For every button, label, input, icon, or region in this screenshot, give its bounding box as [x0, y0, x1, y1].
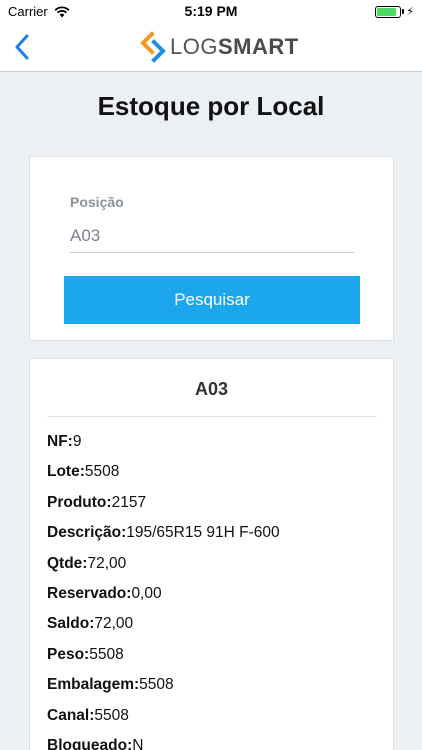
detail-row-qtde: Qtde:72,00 — [47, 555, 377, 585]
detail-value: N — [132, 736, 144, 750]
back-button[interactable] — [8, 32, 36, 62]
detail-key: Lote: — [47, 463, 85, 481]
detail-row-nf: NF:9 — [47, 433, 377, 463]
detail-key: Embalagem: — [47, 676, 140, 694]
detail-value: 5508 — [84, 463, 120, 481]
search-button[interactable]: Pesquisar — [64, 276, 360, 324]
nav-bar: LOGSMART — [0, 22, 422, 72]
detail-key: Produto: — [47, 493, 112, 511]
battery-tip — [402, 9, 405, 14]
detail-value: 5508 — [139, 676, 174, 694]
detail-key: Reservado: — [47, 584, 132, 602]
position-label: Posição — [70, 194, 124, 210]
detail-key: Saldo: — [47, 615, 95, 633]
detail-value: 2157 — [111, 493, 147, 511]
detail-row-bloqueado: Bloqueado:N — [47, 737, 377, 750]
logo-mark-icon — [140, 31, 166, 63]
detail-row-reservado: Reservado:0,00 — [47, 585, 377, 615]
detail-value: 5508 — [94, 706, 129, 724]
detail-row-produto: Produto:2157 — [47, 494, 377, 524]
detail-value: 9 — [72, 433, 82, 450]
detail-value: 72,00 — [87, 554, 127, 572]
detail-key: Peso: — [47, 645, 90, 663]
detail-row-saldo: Saldo:72,00 — [47, 615, 377, 645]
detail-key: Canal: — [47, 706, 95, 724]
detail-value: 0,00 — [131, 584, 162, 602]
detail-value: 72,00 — [94, 615, 134, 633]
position-input[interactable] — [70, 219, 354, 253]
detail-row-canal: Canal:5508 — [47, 707, 377, 737]
result-divider — [47, 416, 377, 417]
detail-row-lote: Lote:5508 — [47, 463, 377, 493]
status-time: 5:19 PM — [184, 3, 238, 19]
detail-row-descricao: Descrição:195/65R15 91H F-600 — [47, 524, 377, 554]
logo-text-log: LOG — [170, 34, 218, 59]
detail-key: Bloqueado: — [47, 736, 133, 750]
detail-key: Qtde: — [47, 554, 88, 572]
battery-level — [377, 7, 396, 16]
detail-value: 5508 — [89, 645, 124, 663]
result-title: A03 — [194, 379, 229, 399]
search-card: Posição Pesquisar — [29, 156, 394, 341]
battery-icon — [375, 5, 402, 18]
detail-row-peso: Peso:5508 — [47, 646, 377, 676]
page-title: Estoque por Local — [97, 91, 325, 121]
detail-value: 195/65R15 91H F-600 — [126, 524, 280, 542]
detail-list: NF:9 Lote:5508 Produto:2157 Descrição:19… — [47, 433, 377, 750]
result-card: A03 NF:9 Lote:5508 Produto:2157 Descriçã… — [29, 358, 394, 750]
chevron-left-icon — [15, 34, 29, 60]
detail-key: Descrição: — [47, 524, 127, 542]
detail-key: NF: — [47, 433, 73, 450]
detail-row-embalagem: Embalagem:5508 — [47, 676, 377, 706]
charging-bolt-icon: ⚡ — [406, 6, 414, 18]
logo-text-smart: SMART — [217, 34, 299, 59]
status-bar: Carrier 5:19 PM ⚡ — [0, 0, 422, 22]
logo-text: LOGSMART — [170, 34, 299, 60]
status-right: ⚡ — [375, 5, 414, 18]
logsmart-logo: LOGSMART — [140, 31, 299, 63]
